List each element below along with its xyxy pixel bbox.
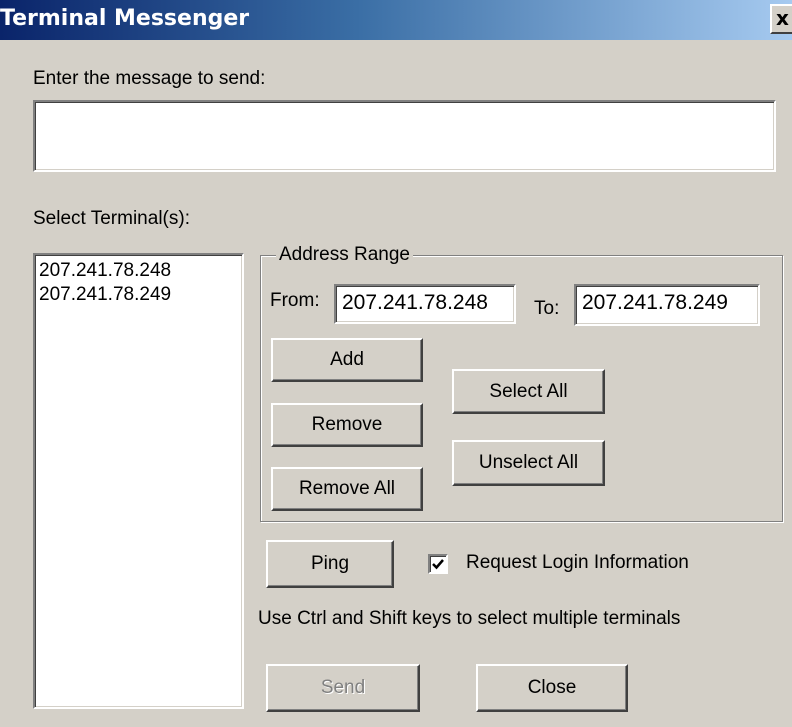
list-item[interactable]: 207.241.78.248 bbox=[35, 259, 242, 283]
title-bar[interactable]: Terminal Messenger x bbox=[0, 0, 792, 40]
to-label: To: bbox=[534, 298, 560, 319]
checkmark-icon bbox=[432, 559, 444, 570]
message-input[interactable] bbox=[33, 100, 776, 172]
terminal-list[interactable]: 207.241.78.248 207.241.78.249 bbox=[33, 253, 244, 709]
message-label: Enter the message to send: bbox=[33, 68, 266, 89]
window-title: Terminal Messenger bbox=[0, 6, 250, 31]
from-label: From: bbox=[270, 290, 320, 311]
remove-button[interactable]: Remove bbox=[271, 403, 423, 447]
send-button[interactable]: Send bbox=[266, 664, 420, 712]
list-item[interactable]: 207.241.78.249 bbox=[35, 283, 242, 307]
to-address-value: 207.241.78.249 bbox=[582, 291, 728, 314]
close-icon: x bbox=[776, 6, 789, 30]
terminals-label: Select Terminal(s): bbox=[33, 208, 190, 229]
unselect-all-button[interactable]: Unselect All bbox=[452, 440, 605, 486]
ping-button[interactable]: Ping bbox=[266, 540, 394, 588]
from-address-input[interactable]: 207.241.78.248 bbox=[334, 284, 516, 324]
request-login-label[interactable]: Request Login Information bbox=[466, 552, 689, 574]
remove-all-button[interactable]: Remove All bbox=[271, 467, 423, 511]
from-address-value: 207.241.78.248 bbox=[342, 291, 488, 314]
add-button[interactable]: Add bbox=[271, 338, 423, 382]
close-button[interactable]: Close bbox=[476, 664, 628, 712]
request-login-checkbox[interactable] bbox=[428, 554, 448, 574]
close-window-button[interactable]: x bbox=[770, 4, 792, 34]
address-range-legend: Address Range bbox=[276, 244, 413, 266]
select-all-button[interactable]: Select All bbox=[452, 369, 605, 414]
multi-select-hint: Use Ctrl and Shift keys to select multip… bbox=[258, 608, 681, 629]
to-address-input[interactable]: 207.241.78.249 bbox=[574, 284, 760, 326]
